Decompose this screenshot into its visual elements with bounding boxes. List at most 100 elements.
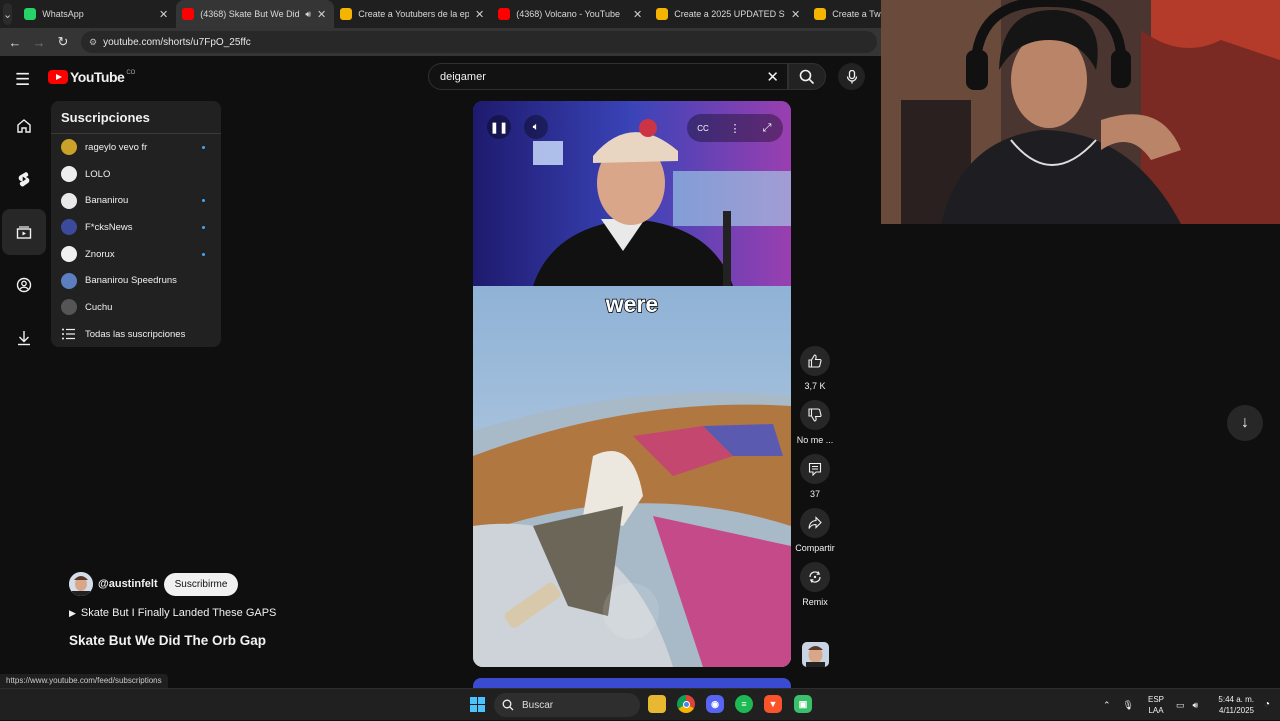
tab-audio-icon[interactable]: 🔊︎ (305, 9, 311, 20)
menu-icon[interactable]: ☰ (15, 70, 30, 90)
rail-you[interactable] (2, 262, 46, 308)
brave-icon[interactable]: ▼ (764, 695, 782, 713)
search-icon (799, 69, 815, 84)
browser-tab[interactable]: (4368) Volcano - YouTube ✕ (492, 0, 650, 28)
subscription-item[interactable]: Bananirou (51, 187, 221, 214)
tab-close-icon[interactable]: ✕ (475, 8, 484, 21)
playlist-link[interactable]: ▶ Skate But I Finally Landed These GAPS (69, 607, 276, 619)
url-field[interactable]: ⚙ youtube.com/shorts/u7FpO_25ffc (81, 31, 877, 53)
channel-avatar (61, 272, 77, 289)
chevron-up-icon[interactable]: ⌃ (1103, 700, 1111, 711)
subscription-item[interactable]: F*cksNews (51, 214, 221, 241)
tab-close-icon[interactable]: ✕ (791, 8, 800, 21)
subscription-item[interactable]: LOLO (51, 161, 221, 188)
start-button[interactable] (470, 697, 485, 712)
new-content-dot (202, 252, 205, 256)
chrome-icon[interactable] (677, 695, 695, 713)
notifications-icon[interactable]: ◔ (1260, 696, 1274, 712)
tab-close-icon[interactable]: ✕ (159, 8, 168, 21)
browser-tab[interactable]: Create a Youtubers de la epoca ✕ (334, 0, 492, 28)
rail-downloads[interactable] (2, 315, 46, 361)
channel-name[interactable]: @austinfelt (98, 578, 158, 590)
comments-action[interactable]: 37 (790, 454, 840, 500)
channel-avatar (61, 192, 77, 209)
input-language[interactable]: ESP LAA (1145, 694, 1167, 716)
tab-title: Create a 2025 UPDATED Stream (674, 9, 785, 19)
discord-icon[interactable]: ◉ (706, 695, 724, 713)
tab-close-icon[interactable]: ✕ (633, 8, 642, 21)
file-explorer-icon[interactable] (648, 695, 666, 713)
rail-subscriptions[interactable] (2, 209, 46, 255)
like-action[interactable]: 3,7 K (790, 346, 840, 392)
audio-thumbnail[interactable] (802, 642, 829, 667)
search-value: deigamer (440, 70, 486, 83)
subscription-item[interactable]: Bananirou Speedruns (51, 267, 221, 294)
captions-icon[interactable]: CC (691, 116, 715, 140)
browser-tab[interactable]: (4368) Skate But We Did Th 🔊︎ ✕ (176, 0, 335, 28)
rail-home[interactable] (2, 103, 46, 149)
fullscreen-icon[interactable]: ⤢ (755, 116, 779, 140)
remix-action[interactable]: Remix (790, 562, 840, 608)
subscription-name: LOLO (85, 168, 111, 180)
player-controls-group: CC ⋮ ⤢ (687, 114, 783, 142)
comment-icon (808, 462, 822, 476)
channel-avatar[interactable] (69, 572, 93, 596)
rail-shorts[interactable] (2, 156, 46, 202)
tab-favicon-icon (24, 8, 37, 20)
subscription-name: rageylo vevo fr (85, 141, 148, 153)
browser-tab[interactable]: WhatsApp ✕ (18, 0, 176, 28)
list-icon (62, 328, 75, 340)
new-content-dot (202, 225, 205, 229)
channel-avatar (61, 219, 77, 236)
status-icons[interactable]: ▭ 🔊︎ (1176, 689, 1198, 721)
app-icon[interactable]: ▣ (794, 695, 812, 713)
subscription-name: Znorux (85, 248, 115, 260)
dislike-action[interactable]: No me ... (790, 400, 840, 446)
guide-rail (0, 103, 48, 368)
volume-button[interactable]: 🔈︎ (524, 115, 548, 139)
forward-icon[interactable]: → (27, 35, 51, 50)
download-icon (18, 331, 30, 346)
clock-date: 4/11/2025 (1219, 706, 1254, 715)
channel-avatar (61, 246, 77, 263)
tab-search-dropdown-icon[interactable]: ⌄ (3, 3, 13, 25)
clear-search-icon[interactable]: ✕ (766, 68, 779, 86)
youtube-logo[interactable]: YouTube CO (48, 69, 135, 85)
browser-tab-strip: ⌄ WhatsApp ✕ (4368) Skate But We Did Th 🔊︎ ✕… (0, 0, 881, 28)
site-info-icon[interactable]: ⚙ (89, 37, 97, 48)
arrow-down-icon: ↓ (1241, 414, 1249, 431)
next-short-preview[interactable] (473, 678, 791, 688)
pause-button[interactable]: ❚❚ (487, 115, 511, 139)
tab-title: WhatsApp (42, 9, 84, 19)
subscription-item[interactable]: rageylo vevo fr (51, 134, 221, 161)
taskbar-search[interactable]: Buscar (494, 693, 640, 717)
system-tray: ⌃ 🎙︎ (1103, 689, 1134, 721)
tab-favicon-icon (182, 8, 195, 20)
more-options-icon[interactable]: ⋮ (723, 116, 747, 140)
share-action[interactable]: Compartir (790, 508, 840, 554)
microphone-icon[interactable]: 🎙︎ (1123, 700, 1134, 711)
reload-icon[interactable]: ↻ (51, 34, 75, 50)
short-player[interactable]: were ❚❚ 🔈︎ CC ⋮ ⤢ (473, 101, 791, 667)
stream-side-panel (881, 224, 1280, 688)
browser-tab[interactable]: Create a 2025 UPDATED Stream ✕ (650, 0, 808, 28)
voice-search-button[interactable] (838, 63, 865, 90)
search-input[interactable]: deigamer ✕ (428, 63, 788, 90)
spotify-icon[interactable]: ≡ (735, 695, 753, 713)
next-video-button[interactable]: ↓ (1227, 405, 1263, 441)
subscribe-button[interactable]: Suscribirme (163, 572, 239, 596)
subscription-item[interactable]: Znorux (51, 241, 221, 268)
all-subscriptions-link[interactable]: Todas las suscripciones (51, 321, 221, 348)
subscription-item[interactable]: Cuchu (51, 294, 221, 321)
account-icon (16, 277, 32, 293)
back-icon[interactable]: ← (3, 35, 27, 50)
clock[interactable]: 5:44 a. m. 4/11/2025 (1210, 694, 1254, 716)
all-subscriptions-label: Todas las suscripciones (85, 328, 186, 340)
tab-close-icon[interactable]: ✕ (317, 8, 326, 21)
language-code: ESP (1147, 695, 1164, 704)
action-column: 3,7 K No me ... 37 Compartir Remix (790, 346, 840, 616)
share-icon (808, 516, 822, 529)
search-button[interactable] (788, 63, 826, 90)
remix-label: Remix (802, 597, 828, 607)
comment-count: 37 (809, 489, 820, 499)
